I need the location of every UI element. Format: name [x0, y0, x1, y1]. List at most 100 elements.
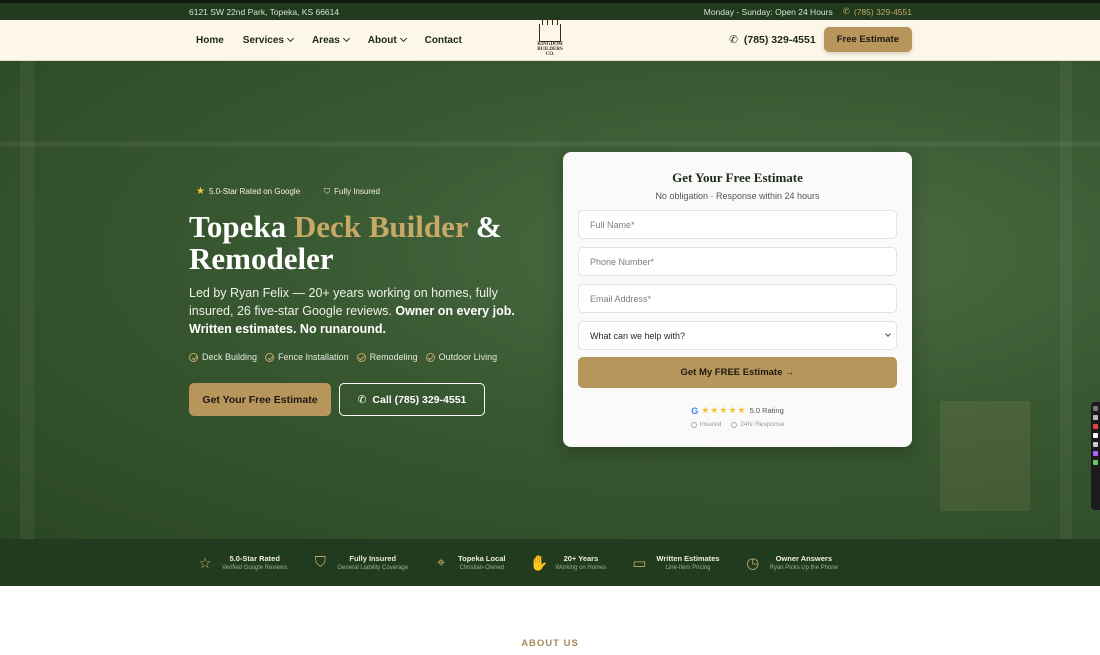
- service-select[interactable]: What can we help with?: [578, 321, 897, 350]
- meta-insured: Insured: [690, 421, 722, 428]
- rating-badge: ★ 5.0-Star Rated on Google: [196, 186, 300, 197]
- star-icon: ☆: [198, 554, 212, 572]
- nav-item-home[interactable]: Home: [196, 35, 224, 46]
- free-estimate-button[interactable]: Free Estimate: [823, 27, 912, 52]
- phone-icon: ✆: [842, 6, 850, 16]
- dock-app-icon[interactable]: [1093, 424, 1098, 429]
- trust-subtitle: General Liability Coverage: [337, 565, 409, 571]
- full-name-input[interactable]: Full Name*: [578, 210, 897, 239]
- chevron-down-icon: [399, 34, 407, 43]
- check-circle-icon: [189, 352, 198, 362]
- service-label: Remodeling: [369, 352, 418, 362]
- trust-strip: ☆ 5.0-Star Rated Verified Google Reviews …: [0, 539, 1100, 586]
- kingdom-builders-logo[interactable]: KINGDOM BUILDERS CO.: [532, 19, 568, 58]
- dock-app-icon[interactable]: [1093, 460, 1098, 465]
- trust-title: Owner Answers: [775, 554, 832, 563]
- dock-app-icon[interactable]: [1093, 406, 1098, 411]
- meta-response: 24hr Response: [731, 421, 784, 428]
- insured-badge: ⛉ Fully Insured: [324, 186, 380, 197]
- shield-icon: [690, 421, 697, 428]
- hours-text: Monday - Sunday: Open 24 Hours: [703, 6, 833, 17]
- call-button[interactable]: ✆ Call (785) 329-4551: [339, 383, 485, 416]
- castle-icon: [539, 19, 561, 42]
- service-item: Fence Installation: [265, 352, 349, 362]
- top-bar: 6121 SW 22nd Park, Topeka, KS 66614 Mond…: [0, 0, 1100, 20]
- service-select-value: What can we help with?: [590, 330, 686, 341]
- nav-item-about[interactable]: About: [367, 34, 407, 46]
- nav-item-contact[interactable]: Contact: [425, 35, 462, 46]
- check-circle-icon: [356, 352, 366, 362]
- trust-subtitle: Line-Item Pricing: [665, 565, 711, 571]
- background-window-frame: [20, 61, 34, 539]
- submit-estimate-button[interactable]: Get My FREE Estimate →: [578, 357, 897, 388]
- nav-label: Services: [242, 34, 284, 46]
- form-rating: G ★★★★★ 5.0 Rating: [563, 405, 912, 416]
- trust-item: ☆ 5.0-Star Rated Verified Google Reviews: [196, 554, 287, 572]
- trust-title: 5.0-Star Rated: [229, 554, 280, 563]
- meta-insured-text: Insured: [699, 421, 722, 428]
- nav-phone-link[interactable]: ✆ (785) 329-4551: [729, 34, 816, 46]
- form-meta: Insured 24hr Response: [563, 421, 912, 428]
- location-pin-icon: ⌖: [436, 554, 446, 571]
- form-subtitle: No obligation · Response within 24 hours: [655, 191, 820, 201]
- chat-icon: ▭: [632, 554, 647, 572]
- rating-badge-text: 5.0-Star Rated on Google: [208, 187, 301, 196]
- logo-line-3: CO.: [545, 52, 555, 57]
- topbar-phone-link[interactable]: ✆ (785) 329-4551: [843, 6, 912, 17]
- service-label: Deck Building: [202, 352, 258, 362]
- insured-badge-text: Fully Insured: [334, 187, 380, 196]
- hero-section: ★ 5.0-Star Rated on Google ⛉ Fully Insured…: [0, 61, 1100, 539]
- service-item: Remodeling: [356, 352, 418, 362]
- rating-stars: ★★★★★: [701, 405, 747, 415]
- nav-label: Home: [196, 34, 224, 46]
- side-dock[interactable]: [1091, 402, 1100, 510]
- nav-phone-text: (785) 329-4551: [743, 33, 816, 46]
- nav-label: Contact: [424, 34, 462, 46]
- star-icon: ★: [196, 186, 205, 197]
- nav-label: Areas: [311, 34, 340, 46]
- main-nav: Home Services Areas About Contact KINGDO…: [0, 19, 1100, 61]
- title-highlight: Deck Builder: [293, 209, 469, 244]
- dock-app-icon[interactable]: [1093, 442, 1098, 447]
- clock-icon: ◷: [746, 554, 760, 572]
- check-circle-icon: [425, 352, 435, 362]
- email-input[interactable]: Email Address*: [578, 284, 897, 313]
- hero-title: Topeka Deck Builder & Remodeler: [189, 211, 549, 275]
- nav-item-areas[interactable]: Areas: [311, 34, 350, 46]
- nav-label: About: [367, 34, 397, 46]
- phone-icon: ✆: [729, 33, 738, 46]
- dock-app-icon[interactable]: [1093, 415, 1098, 420]
- chevron-down-icon: [342, 34, 350, 43]
- nav-item-services[interactable]: Services: [242, 34, 294, 46]
- trust-item: ✋ 20+ Years Working on Homes: [529, 554, 606, 572]
- dock-app-icon[interactable]: [1093, 433, 1098, 438]
- check-circle-icon: [265, 352, 275, 362]
- address-text: 6121 SW 22nd Park, Topeka, KS 66614: [189, 6, 340, 17]
- trust-subtitle: Working on Homes: [555, 565, 607, 571]
- phone-input[interactable]: Phone Number*: [578, 247, 897, 276]
- title-part-1: Topeka: [189, 209, 294, 244]
- trust-title: Written Estimates: [656, 554, 720, 563]
- meta-response-text: 24hr Response: [740, 421, 785, 428]
- background-beam: [0, 141, 1100, 147]
- trust-item: ⛉ Fully Insured General Liability Coverag…: [311, 554, 408, 571]
- dock-app-icon[interactable]: [1093, 451, 1098, 456]
- trust-subtitle: Ryan Picks Up the Phone: [769, 565, 838, 571]
- background-window-frame: [1060, 61, 1072, 539]
- get-free-estimate-button[interactable]: Get Your Free Estimate: [189, 383, 331, 416]
- chevron-down-icon: [286, 34, 294, 43]
- trust-title: 20+ Years: [563, 554, 599, 563]
- call-button-label: Call (785) 329-4551: [372, 393, 467, 406]
- thumbs-up-icon: ✋: [529, 554, 549, 572]
- form-title: Get Your Free Estimate: [672, 170, 803, 185]
- trust-subtitle: Christian-Owned: [459, 565, 505, 571]
- about-eyebrow: ABOUT US: [521, 638, 579, 649]
- trust-title: Topeka Local: [458, 554, 506, 563]
- clock-icon: [731, 421, 738, 428]
- service-label: Fence Installation: [278, 352, 349, 362]
- trust-item: ⌖ Topeka Local Christian-Owned: [432, 554, 506, 571]
- google-icon: G: [691, 405, 699, 416]
- service-list: Deck Building Fence Installation Remodel…: [189, 352, 497, 362]
- chevron-down-icon: [885, 331, 891, 337]
- estimate-form: Get Your Free Estimate No obligation · R…: [563, 152, 912, 447]
